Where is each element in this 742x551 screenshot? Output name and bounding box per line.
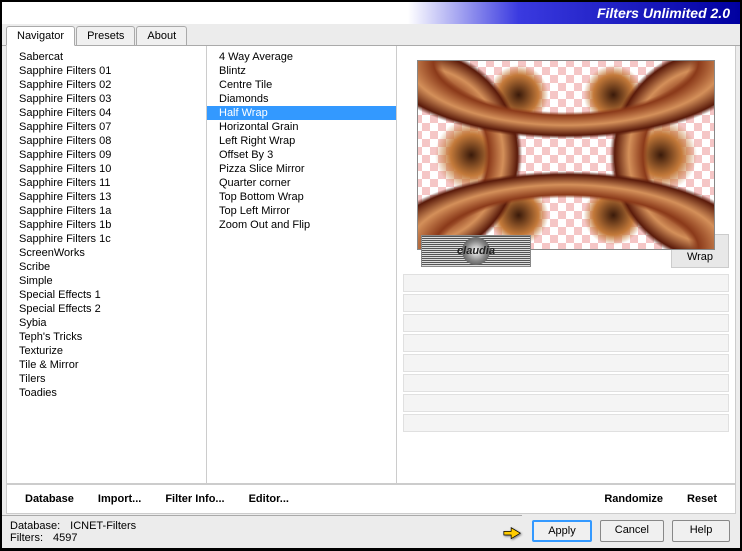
parameter-area [403,274,729,477]
list-item[interactable]: Toadies [7,386,206,400]
toolbar: Database Import... Filter Info... Editor… [6,484,736,514]
list-item[interactable]: Left Right Wrap [207,134,396,148]
db-value: ICNET-Filters [70,520,136,532]
editor-button[interactable]: Editor... [241,491,297,507]
status-bar: Database: ICNET-Filters Filters: 4597 [2,515,522,548]
tab-presets[interactable]: Presets [76,26,135,45]
list-item[interactable]: Sapphire Filters 13 [7,190,206,204]
randomize-button[interactable]: Randomize [596,491,671,507]
list-item[interactable]: Sapphire Filters 1a [7,204,206,218]
list-item[interactable]: Sapphire Filters 02 [7,78,206,92]
list-item[interactable]: Tile & Mirror [7,358,206,372]
param-row [403,334,729,352]
list-item[interactable]: 4 Way Average [207,50,396,64]
param-row [403,294,729,312]
list-item[interactable]: Teph's Tricks [7,330,206,344]
author-logo: claudia [421,235,531,267]
list-item[interactable]: Sapphire Filters 10 [7,162,206,176]
tab-strip: Navigator Presets About [2,26,740,46]
list-item[interactable]: Tilers [7,372,206,386]
list-item[interactable]: Sapphire Filters 09 [7,148,206,162]
reset-button[interactable]: Reset [679,491,725,507]
footer: Database: ICNET-Filters Filters: 4597 Appl… [2,514,740,548]
list-item[interactable]: Zoom Out and Flip [207,218,396,232]
filter-list[interactable]: 4 Way AverageBlintzCentre TileDiamondsHa… [207,46,397,483]
list-item[interactable]: Offset By 3 [207,148,396,162]
list-item[interactable]: Centre Tile [207,78,396,92]
help-button[interactable]: Help [672,520,730,542]
list-item[interactable]: Special Effects 1 [7,288,206,302]
list-item[interactable]: Sapphire Filters 07 [7,120,206,134]
list-item[interactable]: Sapphire Filters 03 [7,92,206,106]
list-item[interactable]: Sapphire Filters 1b [7,218,206,232]
import-button[interactable]: Import... [90,491,149,507]
filter-info-button[interactable]: Filter Info... [157,491,232,507]
dialog-buttons: Apply Cancel Help [522,514,740,548]
app-window: Filters Unlimited 2.0 Navigator Presets … [1,1,741,549]
list-item[interactable]: Top Left Mirror [207,204,396,218]
list-item[interactable]: Sapphire Filters 01 [7,64,206,78]
category-list[interactable]: SabercatSapphire Filters 01Sapphire Filt… [7,46,207,483]
list-item[interactable]: Special Effects 2 [7,302,206,316]
apply-button[interactable]: Apply [532,520,592,542]
param-row [403,274,729,292]
list-item[interactable]: Sapphire Filters 1c [7,232,206,246]
tab-about[interactable]: About [136,26,187,45]
cancel-button[interactable]: Cancel [600,520,664,542]
database-button[interactable]: Database [17,491,82,507]
list-item[interactable]: ScreenWorks [7,246,206,260]
list-item[interactable]: Blintz [207,64,396,78]
param-row [403,354,729,372]
filters-label: Filters: [10,532,43,544]
list-item[interactable]: Scribe [7,260,206,274]
list-item[interactable]: Sapphire Filters 11 [7,176,206,190]
titlebar: Filters Unlimited 2.0 [2,2,740,24]
list-item[interactable]: Pizza Slice Mirror [207,162,396,176]
filters-value: 4597 [53,532,77,544]
logo-text: claudia [457,245,495,257]
list-item[interactable]: Quarter corner [207,176,396,190]
list-item[interactable]: Horizontal Grain [207,120,396,134]
list-item[interactable]: Sapphire Filters 08 [7,134,206,148]
list-item[interactable]: Sapphire Filters 04 [7,106,206,120]
list-item[interactable]: Texturize [7,344,206,358]
list-item[interactable]: Top Bottom Wrap [207,190,396,204]
list-item[interactable]: Sabercat [7,50,206,64]
param-row [403,394,729,412]
param-row [403,374,729,392]
spacer [305,491,588,507]
list-item[interactable]: Diamonds [207,92,396,106]
list-item[interactable]: Sybia [7,316,206,330]
tab-navigator[interactable]: Navigator [6,26,75,46]
param-row [403,414,729,432]
preview-image [417,60,715,250]
app-title: Filters Unlimited 2.0 [597,5,730,21]
list-item[interactable]: Simple [7,274,206,288]
main-panel: SabercatSapphire Filters 01Sapphire Filt… [6,46,736,484]
preview-panel: claudia Half Wrap [397,46,735,483]
param-row [403,314,729,332]
db-label: Database: [10,520,60,532]
list-item[interactable]: Half Wrap [207,106,396,120]
